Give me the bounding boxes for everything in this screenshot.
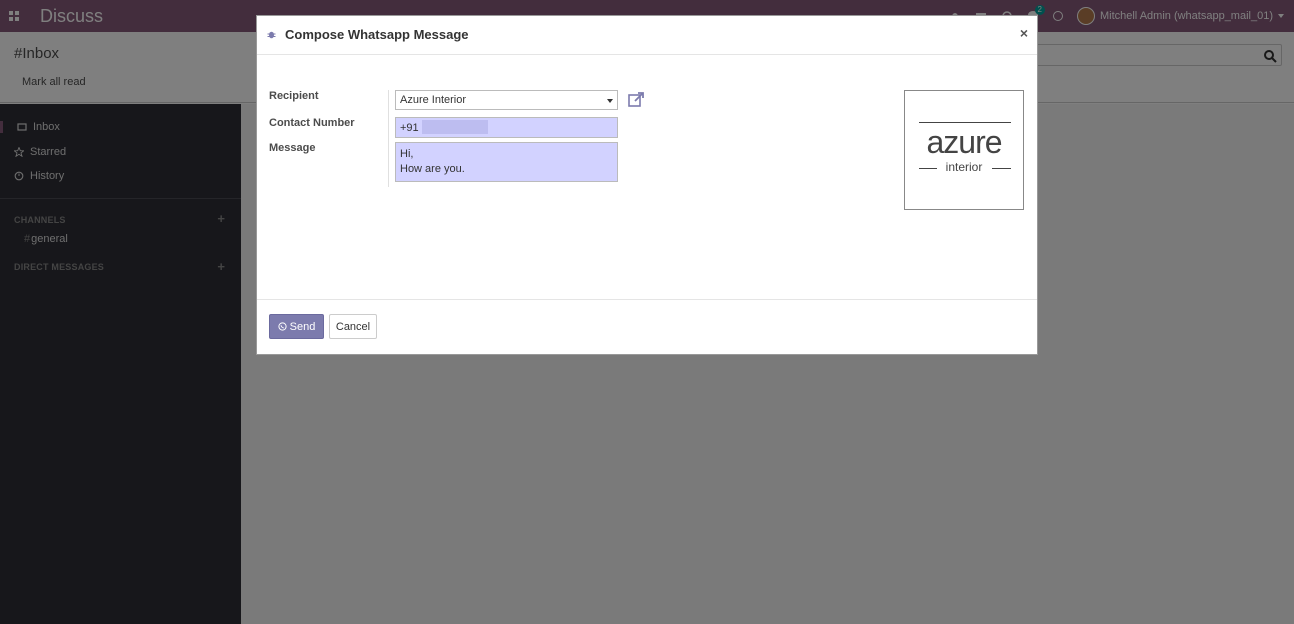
modal-header: Compose Whatsapp Message ×: [257, 16, 1037, 55]
cancel-button-label: Cancel: [335, 320, 371, 333]
compose-whatsapp-dialog: Compose Whatsapp Message × Recipient Con…: [256, 15, 1038, 355]
modal-footer-divider: [257, 299, 1037, 300]
send-button[interactable]: Send: [269, 314, 324, 339]
phone-prefix: +91: [400, 122, 419, 134]
recipient-value: Azure Interior: [400, 94, 467, 106]
modal-title: Compose Whatsapp Message: [285, 27, 469, 42]
form-divider: [388, 90, 389, 187]
bug-icon: [267, 31, 276, 39]
cancel-button[interactable]: Cancel: [329, 314, 377, 339]
close-icon[interactable]: ×: [1020, 25, 1028, 41]
message-textarea[interactable]: Hi, How are you.: [395, 142, 618, 182]
recipient-select[interactable]: Azure Interior: [395, 90, 618, 110]
contact-number-field[interactable]: +91: [395, 117, 618, 138]
contact-number-label: Contact Number: [269, 117, 355, 129]
redacted-phone-number: [421, 119, 488, 134]
partner-logo: azure interior: [904, 90, 1024, 210]
logo-top-rule: [919, 122, 1011, 123]
whatsapp-icon: [278, 322, 287, 331]
logo-right-rule: [992, 168, 1011, 169]
logo-main-text: azure: [926, 124, 1002, 160]
logo-sub-text: interior: [945, 160, 983, 174]
chevron-down-icon: [607, 99, 613, 103]
send-button-label: Send: [289, 320, 316, 333]
message-label: Message: [269, 142, 316, 154]
recipient-label: Recipient: [269, 90, 319, 102]
external-link-icon[interactable]: [627, 91, 645, 109]
